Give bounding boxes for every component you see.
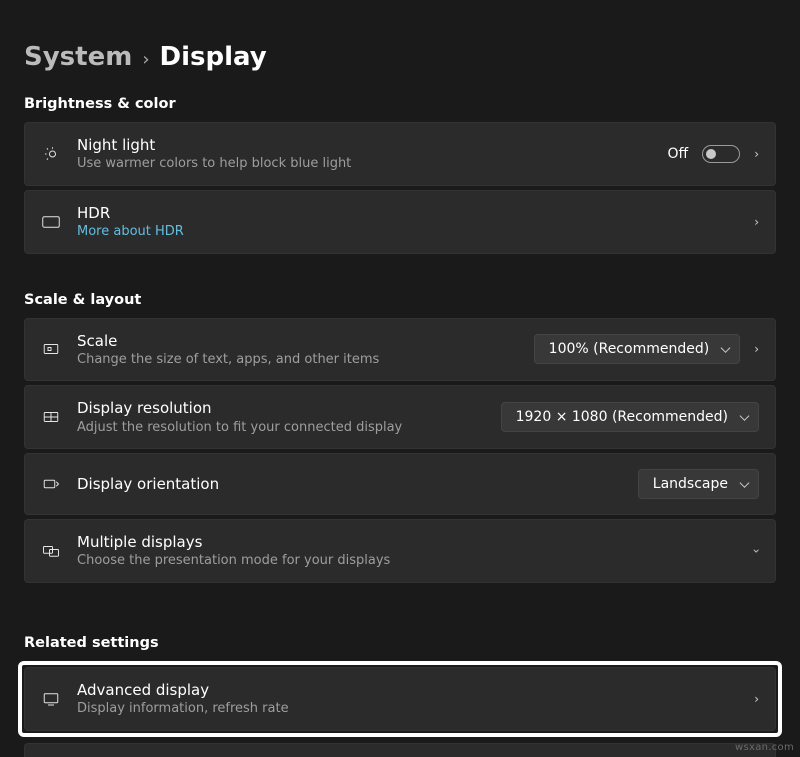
hdr-title: HDR (77, 203, 738, 223)
chevron-right-icon: › (754, 342, 759, 356)
chevron-right-icon: › (754, 215, 759, 229)
chevron-right-icon: › (754, 147, 759, 161)
night-light-toggle[interactable] (702, 145, 740, 163)
resolution-title: Display resolution (77, 398, 485, 418)
row-multiple-displays[interactable]: Multiple displays Choose the presentatio… (24, 519, 776, 583)
scale-dropdown[interactable]: 100% (Recommended) (534, 334, 741, 364)
watermark: wsxan.com (735, 742, 794, 753)
breadcrumb-parent[interactable]: System (24, 42, 132, 72)
resolution-sub: Adjust the resolution to fit your connec… (77, 419, 485, 437)
advanced-sub: Display information, refresh rate (77, 700, 738, 718)
orientation-title: Display orientation (77, 474, 622, 494)
night-light-sub: Use warmer colors to help block blue lig… (77, 155, 652, 173)
row-hdr[interactable]: HDR More about HDR › (24, 190, 776, 254)
row-night-light[interactable]: Night light Use warmer colors to help bl… (24, 122, 776, 186)
row-scale[interactable]: Scale Change the size of text, apps, and… (24, 318, 776, 382)
orientation-icon (41, 475, 61, 493)
night-light-icon (41, 145, 61, 163)
chevron-right-icon: › (142, 49, 149, 70)
section-brightness-title: Brightness & color (24, 96, 776, 112)
hdr-link[interactable]: More about HDR (77, 223, 738, 241)
breadcrumb: System › Display (24, 42, 776, 72)
scale-sub: Change the size of text, apps, and other… (77, 351, 518, 369)
hdr-icon (41, 216, 61, 228)
highlight-advanced-display: Advanced display Display information, re… (18, 661, 782, 737)
display-icon (41, 690, 61, 708)
multiple-displays-icon (41, 542, 61, 560)
multiple-sub: Choose the presentation mode for your di… (77, 552, 738, 570)
row-resolution[interactable]: Display resolution Adjust the resolution… (24, 385, 776, 449)
section-scale-title: Scale & layout (24, 292, 776, 308)
scale-icon (41, 340, 61, 358)
night-light-title: Night light (77, 135, 652, 155)
resolution-dropdown[interactable]: 1920 × 1080 (Recommended) (501, 402, 759, 432)
row-graphics[interactable]: Graphics › (24, 743, 776, 757)
night-light-toggle-label: Off (668, 146, 689, 162)
chevron-down-icon[interactable]: › (750, 549, 764, 554)
page-title: Display (160, 42, 267, 72)
resolution-icon (41, 408, 61, 426)
chevron-right-icon: › (754, 692, 759, 706)
section-related-title: Related settings (24, 635, 776, 651)
multiple-title: Multiple displays (77, 532, 738, 552)
scale-title: Scale (77, 331, 518, 351)
orientation-dropdown[interactable]: Landscape (638, 469, 759, 499)
row-advanced-display[interactable]: Advanced display Display information, re… (24, 667, 776, 731)
advanced-title: Advanced display (77, 680, 738, 700)
row-orientation[interactable]: Display orientation Landscape (24, 453, 776, 515)
